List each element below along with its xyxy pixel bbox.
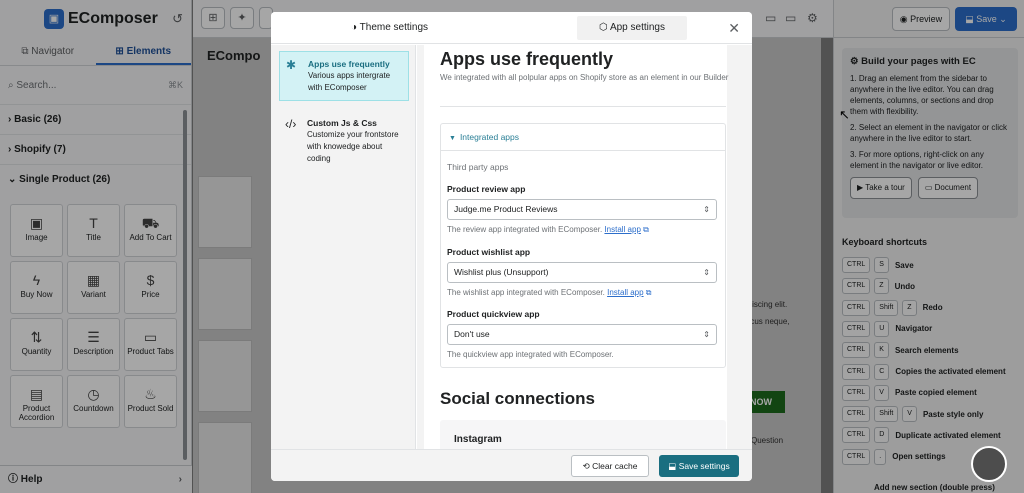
- quickview-app-label: Product quickview app: [447, 309, 540, 319]
- close-icon[interactable]: ✕: [728, 20, 740, 37]
- quickview-app-select[interactable]: Don't use ⇕: [447, 324, 717, 345]
- external-link-icon: ⧉: [645, 288, 652, 297]
- install-app-link[interactable]: Install app: [604, 225, 640, 234]
- instagram-card[interactable]: Instagram: [440, 420, 726, 449]
- code-icon: ‹/›: [285, 117, 297, 131]
- section-heading: Apps use frequently: [440, 49, 614, 69]
- divider: [440, 106, 726, 107]
- integrated-apps-panel: ▼ Integrated apps Third party apps Produc…: [440, 123, 726, 368]
- integrated-apps-toggle[interactable]: ▼ Integrated apps: [441, 124, 725, 151]
- modal-footer: ⟲ Clear cache ⬓ Save settings: [271, 449, 752, 481]
- review-app-label: Product review app: [447, 184, 526, 194]
- mouse-cursor-icon: ↖: [839, 107, 850, 122]
- tab-app-settings[interactable]: ⬡ App settings: [577, 16, 687, 40]
- quickview-app-help: The quickview app integrated with ECompo…: [447, 350, 614, 359]
- wishlist-app-label: Product wishlist app: [447, 247, 531, 257]
- section-subheading: We integrated with all polpular apps on …: [440, 73, 729, 82]
- wishlist-app-help: The wishlist app integrated with ECompos…: [447, 288, 652, 297]
- save-settings-button[interactable]: ⬓ Save settings: [659, 455, 739, 477]
- menu-custom-js-css[interactable]: ‹/› Custom Js & Css Customize your front…: [279, 111, 409, 171]
- review-app-select[interactable]: Judge.me Product Reviews ⇕: [447, 199, 717, 220]
- select-caret-icon: ⇕: [703, 205, 710, 214]
- instagram-label: Instagram: [454, 434, 502, 445]
- refresh-icon: ⟲: [582, 461, 590, 471]
- palette-icon: ◑: [351, 22, 358, 33]
- wishlist-app-select[interactable]: Wishlist plus (Unsupport) ⇕: [447, 262, 717, 283]
- menu-apps-use-frequently[interactable]: ✱ Apps use frequently Various apps inter…: [279, 51, 409, 101]
- install-app-link[interactable]: Install app: [607, 288, 643, 297]
- tab-theme-settings[interactable]: ◑ Theme settings: [351, 16, 441, 40]
- review-app-help: The review app integrated with EComposer…: [447, 225, 649, 234]
- third-party-label: Third party apps: [447, 162, 509, 172]
- support-avatar[interactable]: [971, 446, 1007, 482]
- external-link-icon: ⧉: [643, 225, 649, 234]
- box-icon: ⬡: [598, 22, 608, 33]
- modal-side-menu: ✱ Apps use frequently Various apps inter…: [271, 45, 416, 449]
- select-caret-icon: ⇕: [703, 330, 710, 339]
- triangle-down-icon: ▼: [449, 135, 456, 142]
- save-icon: ⬓: [668, 461, 677, 471]
- modal-body: Apps use frequently We integrated with a…: [417, 45, 752, 449]
- select-caret-icon: ⇕: [703, 268, 710, 277]
- social-heading: Social connections: [440, 389, 595, 408]
- clear-cache-button[interactable]: ⟲ Clear cache: [571, 455, 649, 477]
- puzzle-icon: ✱: [286, 58, 297, 72]
- modal-tabs: ◑ Theme settings ⬡ App settings ✕: [271, 12, 752, 44]
- modal-content: Apps use frequently We integrated with a…: [424, 45, 729, 449]
- settings-modal: ◑ Theme settings ⬡ App settings ✕ ✱ Apps…: [271, 12, 752, 481]
